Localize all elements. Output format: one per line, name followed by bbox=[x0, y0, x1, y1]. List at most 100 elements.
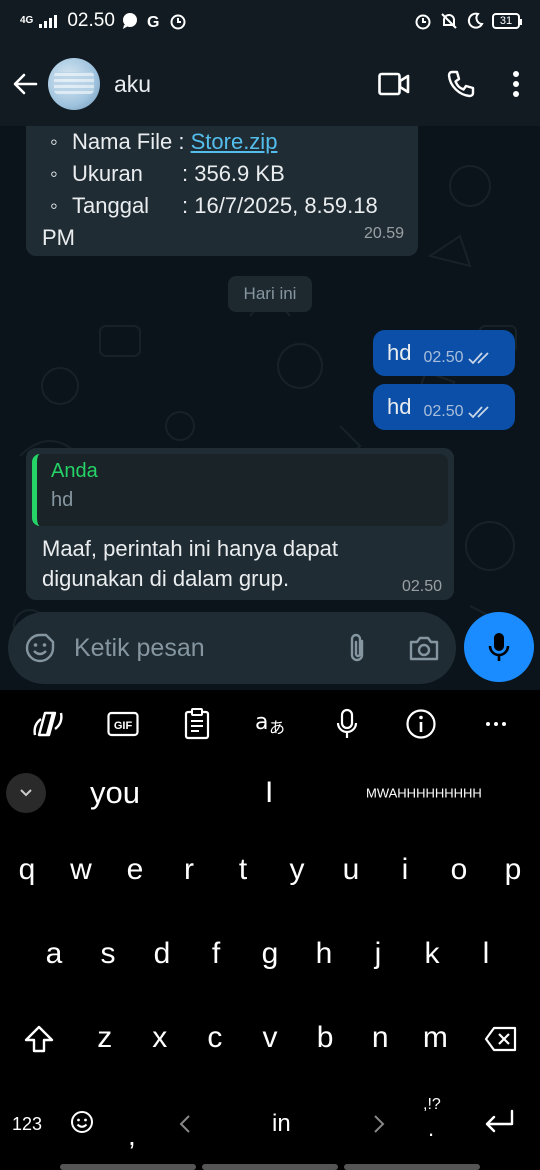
keyboard-toolbar: GIF aあ bbox=[0, 690, 540, 758]
copilot-icon[interactable] bbox=[30, 706, 66, 742]
suggestion-bar: you I MWAHHHHHHHHH bbox=[0, 758, 540, 828]
more-icon[interactable] bbox=[478, 706, 514, 742]
period-key[interactable]: . bbox=[428, 1116, 434, 1142]
quoted-sender: Anda bbox=[51, 460, 98, 482]
voice-record-button[interactable] bbox=[464, 612, 534, 682]
key-v[interactable]: v bbox=[242, 1008, 297, 1068]
back-arrow-icon[interactable] bbox=[12, 71, 38, 97]
suggestion-word[interactable]: I bbox=[265, 776, 273, 810]
key-x[interactable]: x bbox=[132, 1008, 187, 1068]
outgoing-message[interactable]: hd 02.50 bbox=[373, 384, 515, 430]
message-text: hd bbox=[387, 394, 412, 419]
key-z[interactable]: z bbox=[77, 1008, 132, 1068]
key-row-1: q w e r t y u i o p bbox=[0, 840, 540, 900]
phone-call-icon[interactable] bbox=[446, 69, 476, 99]
sticker-emoji-icon[interactable] bbox=[24, 632, 56, 664]
gif-icon[interactable]: GIF bbox=[105, 706, 141, 742]
file-size-value: : 356.9 KB bbox=[182, 161, 285, 186]
key-d[interactable]: d bbox=[135, 924, 189, 984]
shift-icon bbox=[24, 1025, 53, 1053]
backspace-key[interactable] bbox=[463, 1008, 540, 1068]
soft-keyboard: GIF aあ you I MWAHHHHHHHHH q w e r t y u bbox=[0, 690, 540, 1170]
space-key[interactable]: in bbox=[272, 1110, 291, 1138]
message-text: hd bbox=[387, 340, 412, 365]
bullet: ◦ bbox=[50, 129, 58, 154]
battery-indicator: 31 bbox=[492, 13, 522, 29]
camera-icon[interactable] bbox=[408, 634, 440, 662]
message-text-line: Maaf, perintah ini hanya dapat bbox=[42, 536, 338, 561]
file-size-label: Ukuran bbox=[72, 161, 143, 186]
comma-key[interactable]: , bbox=[128, 1120, 136, 1152]
key-t[interactable]: t bbox=[216, 840, 270, 900]
key-y[interactable]: y bbox=[270, 840, 324, 900]
quoted-message[interactable]: Anda hd bbox=[32, 454, 448, 526]
info-icon[interactable] bbox=[403, 706, 439, 742]
file-name-label: Nama File : bbox=[72, 129, 185, 154]
translate-icon[interactable]: aあ bbox=[254, 706, 290, 742]
key-o[interactable]: o bbox=[432, 840, 486, 900]
key-j[interactable]: j bbox=[351, 924, 405, 984]
numbers-key[interactable]: 123 bbox=[12, 1114, 42, 1135]
shift-key[interactable] bbox=[0, 1008, 77, 1068]
more-options-icon[interactable] bbox=[512, 70, 520, 98]
file-info-message[interactable]: ◦ Nama File : Store.zip ◦ Ukuran : 356.9 KB… bbox=[26, 126, 418, 256]
key-a[interactable]: a bbox=[27, 924, 81, 984]
key-e[interactable]: e bbox=[108, 840, 162, 900]
message-time: 02.50 bbox=[423, 403, 464, 420]
attach-icon[interactable] bbox=[346, 631, 368, 665]
bullet: ◦ bbox=[50, 193, 58, 218]
key-n[interactable]: n bbox=[353, 1008, 408, 1068]
key-i[interactable]: i bbox=[378, 840, 432, 900]
punctuation-hint[interactable]: ,!? bbox=[423, 1096, 441, 1114]
svg-text:あ: あ bbox=[269, 718, 285, 737]
emoji-icon[interactable] bbox=[70, 1110, 94, 1134]
svg-text:a: a bbox=[255, 710, 268, 735]
chevron-down-icon bbox=[20, 789, 32, 797]
key-row-2: a s d f g h j k l bbox=[0, 924, 540, 984]
key-l[interactable]: l bbox=[459, 924, 513, 984]
outgoing-message[interactable]: hd 02.50 bbox=[373, 330, 515, 376]
key-row-3: z x c v b n m bbox=[0, 1008, 540, 1068]
key-k[interactable]: k bbox=[405, 924, 459, 984]
cursor-right-icon[interactable] bbox=[372, 1114, 386, 1134]
video-call-icon[interactable] bbox=[378, 71, 410, 97]
svg-text:G: G bbox=[147, 14, 159, 30]
mute-bell-icon bbox=[441, 13, 457, 29]
key-row-bottom: 123 , in ,!? . bbox=[0, 1090, 540, 1160]
key-p[interactable]: p bbox=[486, 840, 540, 900]
key-h[interactable]: h bbox=[297, 924, 351, 984]
message-time: 20.59 bbox=[363, 225, 404, 242]
voice-input-icon[interactable] bbox=[329, 706, 365, 742]
key-q[interactable]: q bbox=[0, 840, 54, 900]
key-g[interactable]: g bbox=[243, 924, 297, 984]
status-bar: 4G 02.50 G 31 bbox=[0, 0, 540, 42]
day-separator: Hari ini bbox=[228, 276, 312, 312]
suggestion-word[interactable]: MWAHHHHHHHHH bbox=[366, 786, 482, 801]
moon-icon bbox=[467, 12, 484, 29]
backspace-icon bbox=[485, 1026, 517, 1052]
key-m[interactable]: m bbox=[408, 1008, 463, 1068]
message-time: 02.50 bbox=[401, 578, 442, 595]
enter-icon[interactable] bbox=[482, 1108, 516, 1136]
key-u[interactable]: u bbox=[324, 840, 378, 900]
clipboard-icon[interactable] bbox=[179, 706, 215, 742]
file-date-label: Tanggal bbox=[72, 193, 150, 218]
collapse-suggestions-button[interactable] bbox=[6, 773, 46, 813]
message-input[interactable]: Ketik pesan bbox=[8, 612, 456, 684]
key-c[interactable]: c bbox=[187, 1008, 242, 1068]
microphone-icon bbox=[488, 633, 510, 661]
file-name-link[interactable]: Store.zip bbox=[191, 126, 278, 158]
avatar[interactable] bbox=[48, 58, 100, 110]
contact-name[interactable]: aku bbox=[114, 71, 151, 98]
suggestion-word[interactable]: you bbox=[90, 775, 140, 811]
cursor-left-icon[interactable] bbox=[178, 1114, 192, 1134]
key-f[interactable]: f bbox=[189, 924, 243, 984]
key-s[interactable]: s bbox=[81, 924, 135, 984]
signal-icon bbox=[39, 15, 58, 28]
key-w[interactable]: w bbox=[54, 840, 108, 900]
reply-message[interactable]: Anda hd Maaf, perintah ini hanya dapat d… bbox=[26, 448, 454, 600]
quoted-text: hd bbox=[51, 489, 74, 511]
key-b[interactable]: b bbox=[298, 1008, 353, 1068]
double-check-icon bbox=[467, 406, 489, 419]
key-r[interactable]: r bbox=[162, 840, 216, 900]
